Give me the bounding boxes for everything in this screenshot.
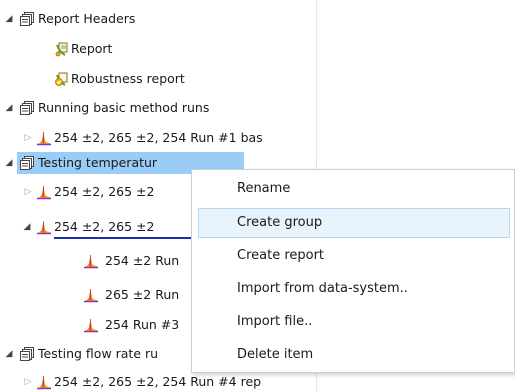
menu-item-create-report[interactable]: Create report bbox=[198, 241, 510, 271]
context-menu: Rename Create group Create report Import… bbox=[191, 169, 515, 373]
tree-item-label: 254 ±2, 265 ±2 bbox=[54, 184, 155, 199]
tree-item-label: 254 ±2, 265 ±2 bbox=[54, 219, 155, 234]
tree-item-run-4[interactable]: ▷ 254 ±2, 265 ±2, 254 Run #4 rep bbox=[0, 371, 316, 392]
tree-item-label: 265 ±2 Run bbox=[105, 287, 180, 302]
folder-stack-icon bbox=[19, 346, 35, 362]
menu-item-import-from-data-system[interactable]: Import from data-system.. bbox=[198, 274, 510, 304]
expand-triangle-icon[interactable]: ◢ bbox=[4, 152, 14, 174]
chromatogram-icon bbox=[83, 253, 99, 269]
tree-item-label: 254 ±2, 265 ±2, 254 Run #4 rep bbox=[54, 374, 262, 389]
chromatogram-icon bbox=[36, 130, 52, 146]
menu-item-delete-item[interactable]: Delete item bbox=[198, 340, 510, 370]
collapsed-triangle-icon[interactable]: ▷ bbox=[23, 371, 33, 392]
rename-underline bbox=[54, 237, 192, 239]
chromatogram-icon bbox=[36, 219, 52, 235]
chromatogram-icon bbox=[83, 317, 99, 333]
expand-triangle-icon[interactable]: ◢ bbox=[22, 216, 32, 238]
menu-item-rename[interactable]: Rename bbox=[198, 174, 510, 204]
tree-item-label: Robustness report bbox=[71, 71, 185, 86]
tree-item-report[interactable]: Report bbox=[0, 38, 316, 60]
chromatogram-icon bbox=[36, 184, 52, 200]
collapsed-triangle-icon[interactable]: ▷ bbox=[23, 127, 33, 149]
expand-triangle-icon[interactable]: ◢ bbox=[4, 343, 14, 365]
tree-item-label: Report Headers bbox=[38, 11, 136, 26]
tree-item-robustness-report[interactable]: Robustness report bbox=[0, 68, 316, 90]
tree-item-report-headers[interactable]: ◢ Report Headers bbox=[0, 8, 316, 30]
report-icon bbox=[54, 41, 70, 57]
expand-triangle-icon[interactable]: ◢ bbox=[4, 8, 14, 30]
tree-item-label: Testing temperatur bbox=[38, 155, 158, 170]
tree-item-label: Report bbox=[71, 41, 113, 56]
tree-item-run-1[interactable]: ▷ 254 ±2, 265 ±2, 254 Run #1 bas bbox=[0, 127, 316, 149]
tree-item-label: Running basic method runs bbox=[38, 100, 210, 115]
chromatogram-icon bbox=[83, 287, 99, 303]
collapsed-triangle-icon[interactable]: ▷ bbox=[23, 181, 33, 203]
tree-item-running-basic-method-runs[interactable]: ◢ Running basic method runs bbox=[0, 97, 316, 119]
chromatogram-icon bbox=[36, 374, 52, 390]
tree-item-label: 254 Run #3 bbox=[105, 317, 180, 332]
folder-stack-icon bbox=[19, 155, 35, 171]
folder-stack-icon bbox=[19, 11, 35, 27]
tree-item-label: 254 ±2, 265 ±2, 254 Run #1 bas bbox=[54, 130, 263, 145]
menu-item-create-group[interactable]: Create group bbox=[198, 208, 510, 238]
tree-item-label: 254 ±2 Run bbox=[105, 253, 180, 268]
menu-item-import-file[interactable]: Import file.. bbox=[198, 307, 510, 337]
expand-triangle-icon[interactable]: ◢ bbox=[4, 97, 14, 119]
folder-stack-icon bbox=[19, 100, 35, 116]
robustness-report-icon bbox=[54, 71, 70, 87]
tree-item-label: Testing flow rate ru bbox=[38, 346, 159, 361]
